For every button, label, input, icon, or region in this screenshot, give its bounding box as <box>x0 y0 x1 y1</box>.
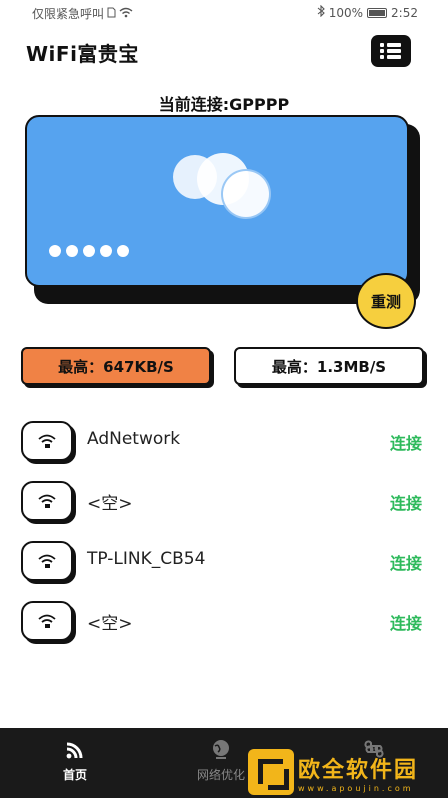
wifi-list-item: <空> 连接 <box>0 475 448 535</box>
globe-icon <box>209 738 233 760</box>
card-dots <box>49 245 129 257</box>
card-dot <box>100 245 112 257</box>
connect-button[interactable]: 连接 <box>390 490 422 514</box>
battery-icon <box>367 7 388 18</box>
wifi-name: <空> <box>87 614 133 634</box>
clock: 2:52 <box>391 5 418 20</box>
nav-home[interactable]: 首页 <box>15 728 135 798</box>
wifi-name: <空> <box>87 494 133 514</box>
wifi-list-item: AdNetwork 连接 <box>0 415 448 475</box>
max-speed-upload: 最高：647KB/S <box>21 347 211 385</box>
wifi-name: AdNetwork <box>87 429 181 449</box>
current-connection: 当前连接:GPPPP <box>158 95 290 114</box>
menu-button[interactable] <box>371 35 411 67</box>
bluetooth-icon <box>317 4 325 20</box>
battery-percent: 100% <box>328 5 364 20</box>
status-left: 仅限紧急呼叫 <box>32 5 133 22</box>
card-dot <box>117 245 129 257</box>
wifi-lock-icon <box>21 601 73 641</box>
wifi-lock-icon <box>21 421 73 461</box>
app-title: WiFi富贵宝 <box>26 42 139 66</box>
bubble-decoration <box>221 169 271 219</box>
wifi-lock-icon <box>21 541 73 581</box>
watermark-url: www.apoujin.com <box>298 783 414 793</box>
wifi-name: TP-LINK_CB54 <box>87 549 206 569</box>
watermark: 欧全软件园 www.apoujin.com <box>248 748 444 796</box>
status-right: 100% 2:52 <box>317 4 418 20</box>
card-dot <box>66 245 78 257</box>
wifi-lock-icon <box>21 481 73 521</box>
nav-home-label: 首页 <box>62 768 87 782</box>
connect-button[interactable]: 连接 <box>390 550 422 574</box>
wifi-list-item: <空> 连接 <box>0 595 448 655</box>
speed-card <box>25 115 409 287</box>
watermark-title: 欧全软件园 <box>298 757 419 783</box>
status-bar: 仅限紧急呼叫 100% 2:52 <box>0 0 448 26</box>
watermark-text: 欧全软件园 www.apoujin.com <box>298 752 418 793</box>
sim-icon <box>107 7 116 21</box>
card-dot <box>49 245 61 257</box>
wifi-status-icon <box>119 7 133 21</box>
card-dot <box>83 245 95 257</box>
wifi-signal-icon <box>63 738 87 760</box>
max-speed-download: 最高：1.3MB/S <box>234 347 424 385</box>
carrier-text: 仅限紧急呼叫 <box>32 7 105 21</box>
watermark-logo-icon <box>248 749 294 795</box>
wifi-list-item: TP-LINK_CB54 连接 <box>0 535 448 595</box>
wifi-list: AdNetwork 连接 <空> 连接 TP-LINK_CB54 连接 <空> … <box>0 415 448 655</box>
retest-button[interactable]: 重测 <box>356 273 416 329</box>
connect-button[interactable]: 连接 <box>390 610 422 634</box>
connect-button[interactable]: 连接 <box>390 430 422 454</box>
